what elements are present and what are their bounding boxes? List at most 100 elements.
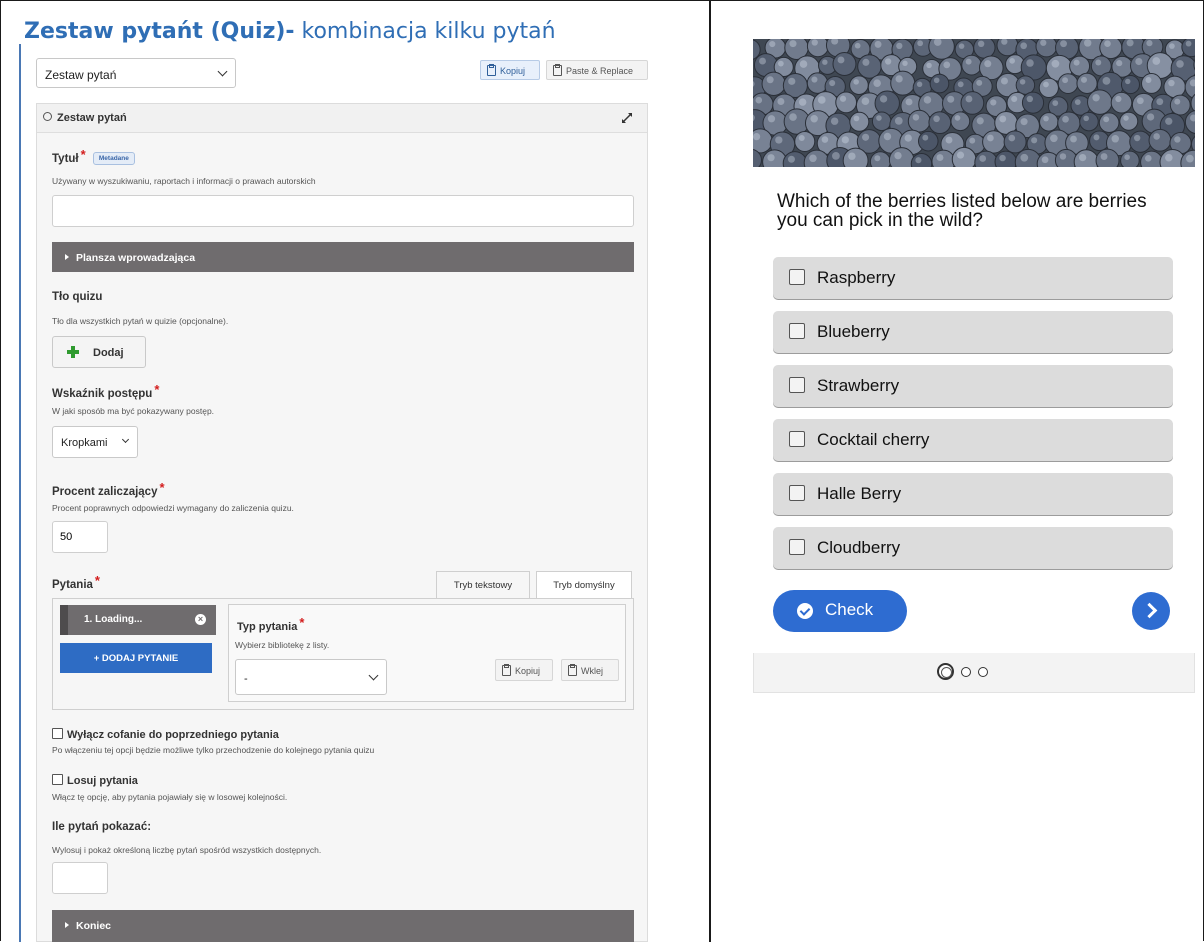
clipboard-icon — [553, 64, 562, 76]
expand-icon[interactable] — [621, 112, 633, 124]
answer-checkbox[interactable] — [789, 269, 805, 285]
required-marker: * — [154, 382, 160, 397]
check-label: Check — [825, 600, 874, 619]
answer-label: Cloudberry — [817, 538, 901, 557]
paste-replace-button[interactable]: Paste & Replace — [546, 60, 648, 80]
type-label: Typ pytania * — [237, 615, 304, 633]
content-type-select[interactable]: Zestaw pytań — [36, 58, 236, 88]
type-paste-button[interactable]: Wklej — [561, 659, 619, 681]
answer-option[interactable]: Halle Berry — [773, 473, 1173, 515]
answer-option[interactable]: Raspberry — [773, 257, 1173, 299]
questions-label: Pytania * — [52, 573, 100, 591]
content-type-value: Zestaw pytań — [45, 68, 117, 82]
bg-desc: Tło dla wszystkich pytań w quizie (opcjo… — [52, 316, 229, 326]
disable-back-option[interactable]: Wyłącz cofanie do poprzedniego pytania — [52, 728, 279, 741]
title-input[interactable] — [52, 195, 634, 227]
title-label: Tytuł * Metadane — [52, 147, 135, 165]
check-circle-icon — [797, 603, 813, 619]
add-question-button[interactable]: + DODAJ PYTANIE — [60, 643, 212, 673]
left-accent-line — [19, 44, 21, 942]
clipboard-icon — [487, 64, 496, 76]
type-desc: Wybierz bibliotekę z listy. — [235, 640, 330, 650]
preview-footer — [753, 653, 1195, 693]
intro-section-label: Plansza wprowadzająca — [76, 252, 196, 264]
caret-right-icon — [65, 254, 69, 260]
check-button[interactable]: Check — [773, 590, 907, 632]
copy-button[interactable]: Kopiuj — [480, 60, 540, 80]
plus-icon — [67, 346, 79, 358]
clipboard-icon — [568, 664, 577, 676]
next-button[interactable] — [1132, 592, 1170, 630]
disable-back-checkbox[interactable] — [52, 728, 63, 739]
clipboard-icon — [502, 664, 511, 676]
type-paste-label: Wklej — [581, 666, 603, 676]
page-title-bold: Zestaw pytańt (Quiz)- — [24, 19, 295, 44]
answer-option[interactable]: Cloudberry — [773, 527, 1173, 569]
pass-desc: Procent poprawnych odpowiedzi wymagany d… — [52, 503, 294, 513]
panel-title: Zestaw pytań — [57, 112, 127, 124]
answer-option[interactable]: Cocktail cherry — [773, 419, 1173, 461]
panel-header: Zestaw pytań — [37, 104, 647, 133]
answer-checkbox[interactable] — [789, 539, 805, 555]
pool-desc: Wylosuj i pokaż określoną liczbę pytań s… — [52, 845, 322, 855]
randomize-desc: Włącz tę opcję, aby pytania pojawiały si… — [52, 792, 288, 802]
progress-select[interactable]: Kropkami — [52, 426, 138, 458]
questions-label-text: Pytania — [52, 579, 93, 591]
randomize-option[interactable]: Losuj pytania — [52, 774, 138, 787]
question-list-item[interactable]: 1. Loading... × — [60, 605, 216, 635]
randomize-label: Losuj pytania — [67, 775, 138, 787]
metadata-button[interactable]: Metadane — [92, 152, 135, 165]
answer-label: Cocktail cherry — [817, 430, 930, 449]
progress-label: Wskaźnik postępu * — [52, 382, 159, 400]
required-marker: * — [299, 615, 305, 630]
answer-label: Raspberry — [817, 268, 896, 287]
pool-label: Ile pytań pokazać: — [52, 821, 152, 833]
pool-input[interactable] — [52, 862, 108, 894]
answer-checkbox[interactable] — [789, 431, 805, 447]
title-desc: Używany w wyszukiwaniu, raportach i info… — [52, 176, 316, 186]
randomize-checkbox[interactable] — [52, 774, 63, 785]
intro-section-bar[interactable]: Plansza wprowadzająca — [52, 242, 634, 272]
tab-default-mode[interactable]: Tryb domyślny — [536, 571, 632, 599]
progress-dot[interactable] — [978, 667, 988, 677]
question-item-label: 1. Loading... — [84, 614, 143, 625]
disable-back-desc: Po włączeniu tej opcji będzie możliwe ty… — [52, 745, 375, 755]
progress-dot-current[interactable] — [937, 663, 954, 680]
title-label-text: Tytuł — [52, 153, 79, 165]
answer-checkbox[interactable] — [789, 485, 805, 501]
library-select[interactable]: - — [235, 659, 387, 695]
copy-label: Kopiuj — [500, 66, 526, 76]
chevron-down-icon — [368, 670, 379, 681]
chevron-down-icon — [217, 66, 228, 77]
blueberries-image — [753, 39, 1195, 167]
page-title-rest: kombinacja kilku pytań — [301, 19, 556, 44]
add-label: Dodaj — [93, 347, 124, 359]
paste-label: Paste & Replace — [566, 66, 634, 76]
question-type-box: Typ pytania * Wybierz bibliotekę z listy.… — [228, 604, 626, 702]
answer-checkbox[interactable] — [789, 323, 805, 339]
answer-checkbox[interactable] — [789, 377, 805, 393]
answer-option[interactable]: Strawberry — [773, 365, 1173, 407]
pass-label: Procent zaliczający * — [52, 480, 165, 498]
required-marker: * — [94, 573, 100, 588]
tab-text-mode[interactable]: Tryb tekstowy — [436, 571, 530, 599]
library-select-value: - — [244, 673, 248, 685]
progress-value: Kropkami — [61, 437, 108, 449]
answer-label: Halle Berry — [817, 484, 902, 503]
disable-back-label: Wyłącz cofanie do poprzedniego pytania — [67, 729, 279, 741]
pass-input[interactable] — [52, 521, 108, 553]
required-marker: * — [80, 147, 86, 162]
progress-desc: W jaki sposób ma być pokazywany postęp. — [52, 406, 215, 416]
remove-icon[interactable]: × — [195, 614, 206, 625]
progress-dot[interactable] — [961, 667, 971, 677]
editor-panel: Zestaw pytań — [36, 103, 648, 942]
bg-label: Tło quizu — [52, 291, 103, 303]
end-section-bar[interactable]: Koniec — [52, 910, 634, 942]
end-section-label: Koniec — [76, 920, 112, 932]
type-copy-button[interactable]: Kopiuj — [495, 659, 553, 681]
add-button[interactable]: Dodaj — [52, 336, 146, 368]
type-copy-label: Kopiuj — [515, 666, 541, 676]
question-text: Which of the berries listed below are be… — [777, 191, 1147, 231]
answer-option[interactable]: Blueberry — [773, 311, 1173, 353]
caret-right-icon — [65, 922, 69, 928]
